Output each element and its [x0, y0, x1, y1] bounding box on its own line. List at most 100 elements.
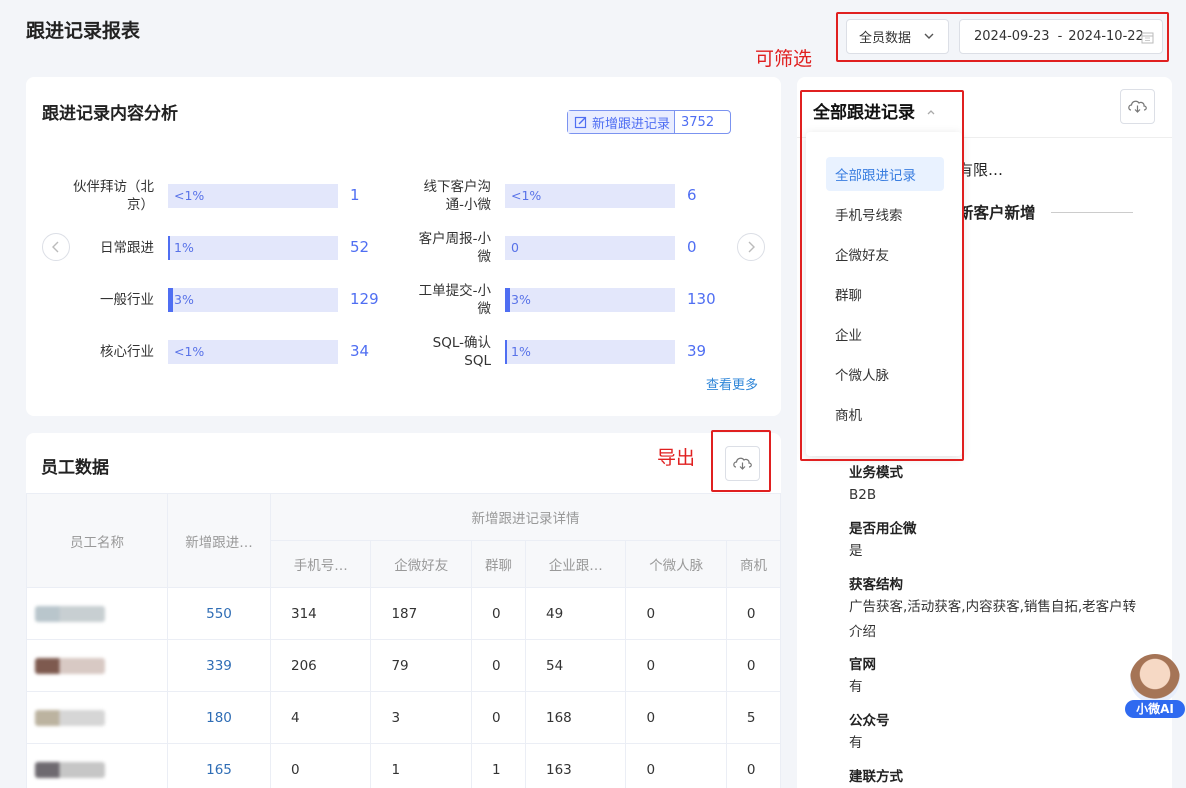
- metric-percent: <1%: [174, 188, 205, 203]
- metric-percent: 3%: [174, 292, 194, 307]
- metric-bar: 0: [505, 236, 675, 260]
- detail-label: 是否用企微: [849, 521, 917, 537]
- detail-cell: 4: [269, 691, 372, 744]
- col-detail: 个微人脉: [625, 540, 727, 588]
- metric-value[interactable]: 0: [687, 238, 697, 256]
- chevron-left-icon: [52, 241, 59, 253]
- detail-cell: 0: [625, 743, 727, 788]
- export-annotation: 导出: [657, 447, 696, 469]
- table-row[interactable]: 550 314 187 0 49 0 0: [26, 587, 782, 640]
- metric-value[interactable]: 6: [687, 186, 697, 204]
- detail-value: 有: [849, 735, 863, 751]
- chevron-right-icon: [748, 241, 755, 253]
- dropdown-highlight: [800, 90, 964, 461]
- detail-cell: 0: [725, 743, 782, 788]
- assistant-badge[interactable]: 小微AI: [1125, 700, 1185, 718]
- detail-cell: 0: [625, 587, 727, 640]
- col-employee-name: 员工名称: [26, 493, 168, 588]
- detail-cell: 3: [370, 691, 472, 744]
- detail-cell: 0: [725, 639, 782, 692]
- metric-percent: <1%: [174, 344, 205, 359]
- metric-bar: 3%: [168, 288, 338, 312]
- analysis-title: 跟进记录内容分析: [42, 104, 178, 124]
- detail-label: 建联方式: [849, 769, 903, 785]
- metric-label: 客户周报-小 微: [418, 231, 491, 265]
- employee-name-cell: [26, 691, 168, 744]
- detail-label: 官网: [849, 657, 876, 673]
- metric-bar: <1%: [168, 340, 338, 364]
- detail-label: 业务模式: [849, 465, 903, 481]
- table-row[interactable]: 339 206 79 0 54 0 0: [26, 639, 782, 692]
- export-button[interactable]: [725, 446, 760, 481]
- metric-bar: <1%: [168, 184, 338, 208]
- metric-bar-fill: [505, 340, 507, 364]
- metric-bar: 1%: [168, 236, 338, 260]
- employee-table-body: 550 314 187 0 49 0 0 339 206 79 0 54 0 0 180 4 3 0 168 0 5 16…: [26, 587, 782, 788]
- new-records-count[interactable]: 180: [167, 691, 271, 744]
- filter-highlight: [836, 12, 1169, 62]
- metric-label: 一般行业: [100, 292, 154, 308]
- metric-bar-fill: [505, 288, 511, 312]
- next-page-button[interactable]: [737, 233, 765, 261]
- blurred-employee-name: [35, 605, 105, 622]
- new-records-count[interactable]: 165: [167, 743, 271, 788]
- employee-title: 员工数据: [41, 458, 109, 478]
- detail-label: 公众号: [849, 713, 890, 729]
- badge-value: 3752: [681, 114, 715, 130]
- filter-annotation: 可筛选: [755, 48, 813, 70]
- metric-bar: 3%: [505, 288, 675, 312]
- metric-percent: 0: [511, 240, 519, 255]
- metric-label: SQL-确认 SQL: [432, 335, 491, 369]
- metric-value[interactable]: 39: [687, 342, 706, 360]
- detail-cell: 187: [370, 587, 472, 640]
- detail-cell: 1: [470, 743, 526, 788]
- col-detail: 群聊: [470, 540, 526, 588]
- metric-label: 核心行业: [100, 344, 154, 360]
- detail-cell: 49: [524, 587, 627, 640]
- detail-cell: 0: [470, 691, 526, 744]
- col-new-records: 新增跟进…: [167, 493, 271, 588]
- employee-table: 员工名称 新增跟进… 新增跟进记录详情 手机号… 企微好友 群聊 企业跟… 个微人脉 商机…: [26, 493, 782, 788]
- detail-value: 广告获客,活动获客,内容获客,销售自拓,老客户转介绍: [849, 599, 1137, 640]
- metric-value[interactable]: 130: [687, 290, 716, 308]
- prev-page-button[interactable]: [42, 233, 70, 261]
- new-records-badge[interactable]: 新增跟进记录 3752: [567, 110, 731, 134]
- new-records-count[interactable]: 339: [167, 639, 271, 692]
- view-more-link[interactable]: 查看更多: [706, 374, 758, 393]
- metric-label: 工单提交-小 微: [418, 283, 491, 317]
- col-group-details: 新增跟进记录详情: [270, 493, 781, 541]
- col-detail: 企业跟…: [524, 540, 627, 588]
- detail-label: 获客结构: [849, 577, 903, 593]
- metric-value[interactable]: 34: [350, 342, 369, 360]
- new-records-count[interactable]: 550: [167, 587, 271, 640]
- records-export-button[interactable]: [1120, 89, 1155, 124]
- detail-value: B2B: [849, 487, 877, 503]
- detail-cell: 206: [269, 639, 372, 692]
- metric-bar: <1%: [505, 184, 675, 208]
- detail-cell: 0: [470, 587, 526, 640]
- metric-label: 伙伴拜访（北 京）: [73, 179, 154, 213]
- detail-cell: 0: [625, 639, 727, 692]
- blurred-employee-name: [35, 657, 105, 674]
- metric-percent: 1%: [511, 344, 531, 359]
- metric-label: 线下客户沟 通-小微: [423, 179, 492, 213]
- col-detail: 商机: [725, 540, 782, 588]
- metric-percent: 1%: [174, 240, 194, 255]
- detail-value: 是: [849, 543, 863, 559]
- metric-bar-fill: [168, 288, 174, 312]
- detail-cell: 0: [725, 587, 782, 640]
- assistant-avatar[interactable]: [1130, 654, 1180, 704]
- edit-icon: [574, 116, 587, 129]
- metric-value[interactable]: 52: [350, 238, 369, 256]
- blurred-employee-name: [35, 709, 105, 726]
- detail-cell: 314: [269, 587, 372, 640]
- cloud-download-icon: [1128, 100, 1147, 113]
- metric-value[interactable]: 1: [350, 186, 360, 204]
- table-row[interactable]: 180 4 3 0 168 0 5: [26, 691, 782, 744]
- detail-cell: 0: [269, 743, 372, 788]
- col-detail: 企微好友: [370, 540, 472, 588]
- detail-cell: 5: [725, 691, 782, 744]
- detail-cell: 168: [524, 691, 627, 744]
- table-row[interactable]: 165 0 1 1 163 0 0: [26, 743, 782, 788]
- employee-name-cell: [26, 587, 168, 640]
